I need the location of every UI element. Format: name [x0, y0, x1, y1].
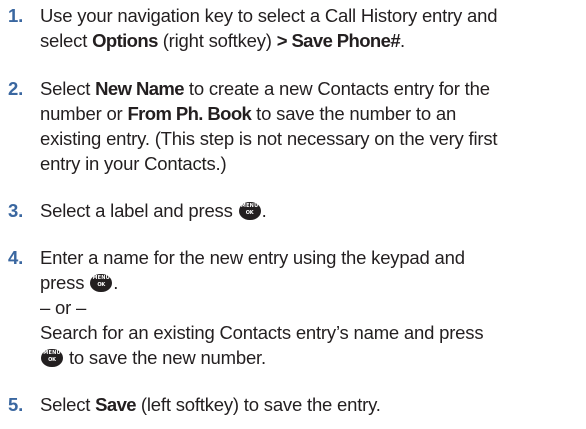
step-line: Use your navigation key to select a Call… [40, 3, 580, 28]
text-run: (left softkey) to save the entry. [135, 394, 381, 415]
step-number: 2. [8, 78, 24, 99]
step-line: – or – [40, 295, 580, 320]
instruction-steps: 1. Use your navigation key to select a C… [0, 0, 586, 429]
step-text: Select a label and press MENU OK. [40, 198, 580, 223]
text-run: Select [40, 78, 96, 99]
options-softkey-label: Options [92, 30, 158, 51]
text-run: to create a new Contacts entry for the [183, 78, 490, 99]
text-run: . [261, 200, 267, 221]
step-number: 1. [8, 5, 24, 26]
step-line: MENU OK to save the new number. [40, 345, 580, 370]
step-text: Select Save (left softkey) to save the e… [40, 392, 580, 417]
step-line: press MENU OK. [40, 270, 580, 295]
text-run: (right softkey) [157, 30, 277, 51]
step-line: Select a label and press MENU OK. [40, 198, 580, 223]
text-run: to save the number to an [251, 103, 457, 124]
text-run: . [113, 272, 119, 293]
new-name-option-label: New Name [95, 78, 184, 99]
step-line: Search for an existing Contacts entry’s … [40, 320, 580, 345]
step-line: Select Save (left softkey) to save the e… [40, 392, 580, 417]
text-run: Enter a name for the new entry using the… [40, 247, 465, 268]
text-run: entry in your Contacts.) [40, 153, 227, 174]
step-line: existing entry. (This step is not necess… [40, 126, 580, 151]
step-number: 4. [8, 247, 24, 268]
step-text: Select New Name to create a new Contacts… [40, 76, 580, 176]
menu-ok-key-icon: MENU OK [41, 349, 63, 367]
text-run: Search for an existing Contacts entry’s … [40, 322, 484, 343]
save-softkey-label: Save [95, 394, 136, 415]
text-run: Select a label and press [40, 200, 238, 221]
text-run: Select [40, 394, 96, 415]
step-line: Select New Name to create a new Contacts… [40, 76, 580, 101]
step-line: Enter a name for the new entry using the… [40, 245, 580, 270]
step-line: select Options (right softkey) > Save Ph… [40, 28, 580, 53]
step-line: entry in your Contacts.) [40, 151, 580, 176]
or-separator: – or – [40, 297, 87, 318]
step-text: Enter a name for the new entry using the… [40, 245, 580, 370]
step-line: number or From Ph. Book to save the numb… [40, 101, 580, 126]
step-text: Use your navigation key to select a Call… [40, 3, 580, 53]
save-phone-menu-label: > Save Phone# [276, 30, 401, 51]
step-number: 5. [8, 394, 24, 415]
text-run: existing entry. (This step is not necess… [40, 128, 498, 149]
step-number: 3. [8, 200, 24, 221]
text-run: . [400, 30, 405, 51]
text-run: press [40, 272, 90, 293]
text-run: Use your navigation key to select a Call… [40, 5, 498, 26]
menu-ok-key-icon: MENU OK [90, 274, 113, 292]
text-run: number or [40, 103, 128, 124]
menu-ok-key-icon: MENU OK [238, 202, 261, 220]
text-run: to save the new number. [64, 347, 266, 368]
text-run: select [40, 30, 93, 51]
from-phone-book-option-label: From Ph. Book [127, 103, 252, 124]
